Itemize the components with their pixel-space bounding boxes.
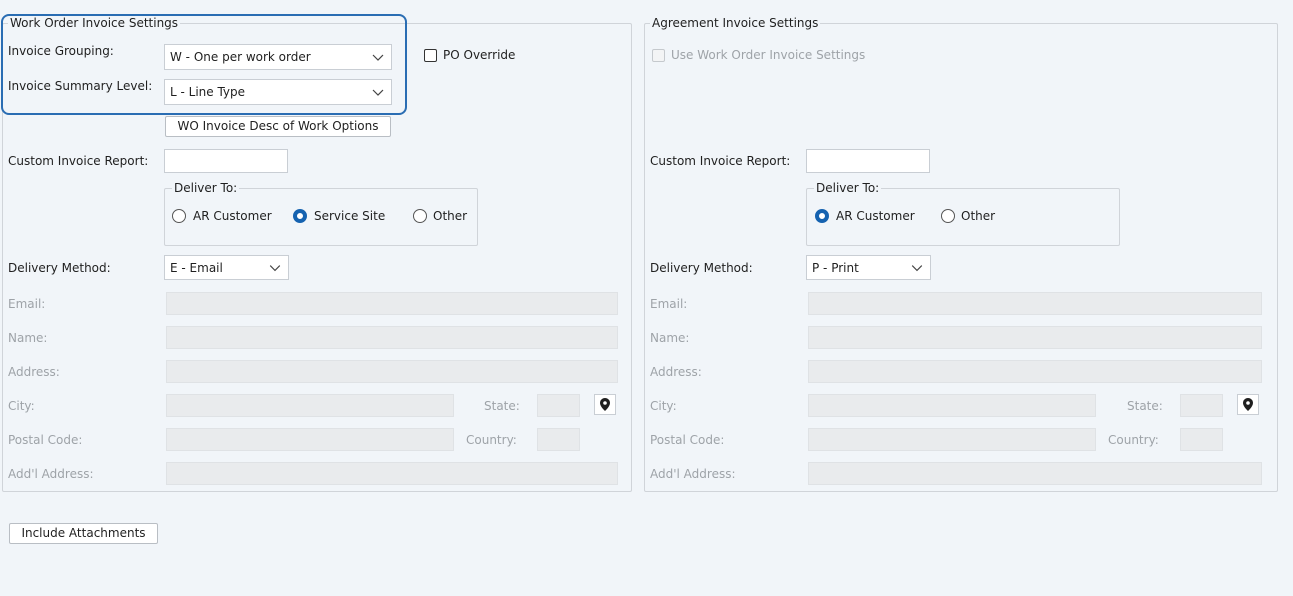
agreement-country-label: Country: <box>1108 433 1159 447</box>
wo-delivery-method-label: Delivery Method: <box>8 261 111 275</box>
agreement-invoice-settings-group <box>644 23 1278 492</box>
wo-map-pin-button[interactable] <box>594 394 616 415</box>
wo-state-field <box>537 394 580 417</box>
agreement-deliver-to-legend: Deliver To: <box>814 181 882 195</box>
agreement-delivery-method-label: Delivery Method: <box>650 261 753 275</box>
agreement-postal-label: Postal Code: <box>650 433 725 447</box>
agreement-invoice-settings-legend: Agreement Invoice Settings <box>650 16 821 30</box>
agreement-state-field <box>1180 394 1223 417</box>
wo-deliver-service-site-label: Service Site <box>314 209 386 223</box>
agreement-custom-report-label: Custom Invoice Report: <box>650 154 791 168</box>
wo-city-label: City: <box>8 399 35 413</box>
wo-city-field <box>166 394 454 417</box>
agreement-deliver-other-radio[interactable] <box>941 209 955 223</box>
wo-addl-address-label: Add'l Address: <box>8 467 94 481</box>
agreement-address-field <box>808 360 1262 383</box>
agreement-deliver-other-label: Other <box>961 209 996 223</box>
po-override-checkbox[interactable] <box>424 49 437 62</box>
agreement-country-field <box>1180 428 1223 451</box>
wo-delivery-method-select[interactable]: E - Email <box>164 255 289 280</box>
agreement-custom-report-input[interactable] <box>806 149 930 173</box>
wo-postal-field <box>166 428 454 451</box>
wo-address-label: Address: <box>8 365 60 379</box>
wo-name-label: Name: <box>8 331 48 345</box>
agreement-city-field <box>808 394 1096 417</box>
wo-deliver-ar-customer-label: AR Customer <box>193 209 272 223</box>
chevron-down-icon <box>911 265 923 272</box>
agreement-email-field <box>808 292 1262 315</box>
wo-country-label: Country: <box>466 433 517 447</box>
wo-deliver-service-site-radio[interactable] <box>293 209 307 223</box>
wo-deliver-other-radio[interactable] <box>413 209 427 223</box>
wo-email-field <box>166 292 618 315</box>
use-wo-settings-label: Use Work Order Invoice Settings <box>671 48 866 62</box>
agreement-deliver-ar-customer-radio[interactable] <box>815 209 829 223</box>
wo-deliver-to-legend: Deliver To: <box>172 181 240 195</box>
wo-address-field <box>166 360 618 383</box>
map-pin-icon <box>600 398 610 411</box>
agreement-delivery-method-select[interactable]: P - Print <box>806 255 931 280</box>
agreement-name-label: Name: <box>650 331 690 345</box>
agreement-postal-field <box>808 428 1096 451</box>
wo-name-field <box>166 326 618 349</box>
agreement-address-label: Address: <box>650 365 702 379</box>
use-wo-settings-checkbox[interactable] <box>652 49 665 62</box>
agreement-addl-address-label: Add'l Address: <box>650 467 736 481</box>
wo-state-label: State: <box>484 399 520 413</box>
wo-custom-report-input[interactable] <box>164 149 288 173</box>
wo-deliver-ar-customer-radio[interactable] <box>172 209 186 223</box>
wo-email-label: Email: <box>8 297 46 311</box>
agreement-deliver-ar-customer-label: AR Customer <box>836 209 915 223</box>
highlight-box <box>1 14 407 115</box>
map-pin-icon <box>1243 398 1253 411</box>
agreement-city-label: City: <box>650 399 677 413</box>
agreement-name-field <box>808 326 1262 349</box>
wo-deliver-other-label: Other <box>433 209 468 223</box>
agreement-delivery-method-value: P - Print <box>812 261 859 275</box>
agreement-state-label: State: <box>1127 399 1163 413</box>
po-override-label: PO Override <box>443 48 516 62</box>
wo-desc-options-button[interactable]: WO Invoice Desc of Work Options <box>165 116 391 137</box>
wo-addl-address-field <box>166 462 618 485</box>
wo-custom-report-label: Custom Invoice Report: <box>8 154 149 168</box>
wo-postal-label: Postal Code: <box>8 433 83 447</box>
agreement-addl-address-field <box>808 462 1262 485</box>
agreement-email-label: Email: <box>650 297 688 311</box>
include-attachments-button[interactable]: Include Attachments <box>9 523 158 544</box>
wo-country-field <box>537 428 580 451</box>
chevron-down-icon <box>269 265 281 272</box>
wo-delivery-method-value: E - Email <box>170 261 223 275</box>
agreement-map-pin-button[interactable] <box>1237 394 1259 415</box>
